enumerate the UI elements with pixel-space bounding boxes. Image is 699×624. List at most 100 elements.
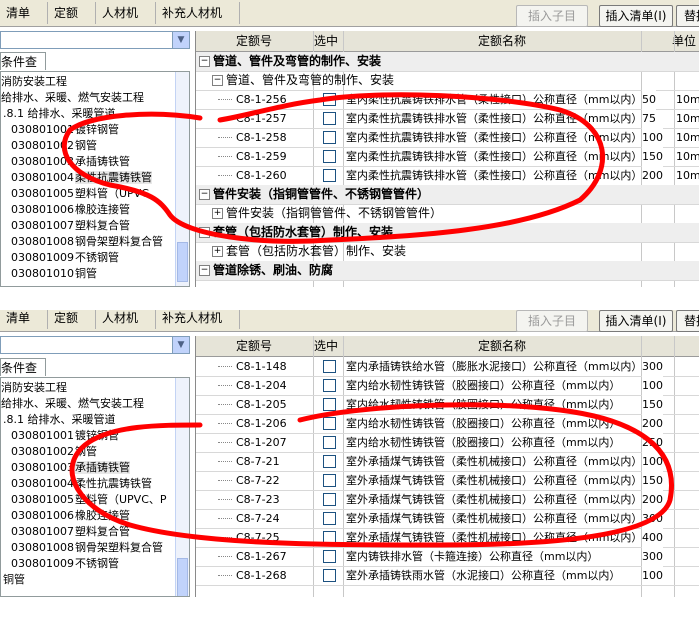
tab-list[interactable]: 清单 (0, 310, 48, 329)
chevron-down-icon[interactable]: ▼ (172, 32, 189, 48)
tree-item[interactable]: 030801004柔性抗震铸铁管 (11, 170, 152, 186)
tree-item[interactable]: 030801006橡胶连接管 (11, 508, 130, 524)
header-quota-code[interactable]: 定额号 (236, 31, 272, 51)
tree-item[interactable]: 给排水、采暖、燃气安装工程 (1, 90, 144, 106)
group-row[interactable]: − 管道、管件及弯管的制作、安装 (196, 71, 699, 91)
insert-list-button[interactable]: 插入清单(I) (599, 5, 673, 27)
header-quota-name[interactable]: 定额名称 (478, 336, 526, 356)
insert-child-button[interactable]: 插入子目 (516, 5, 588, 27)
expand-icon[interactable]: − (212, 75, 223, 86)
collapse-icon[interactable]: − (199, 227, 210, 238)
tree-item[interactable]: .8.1 给排水、采暖管道 (3, 412, 116, 428)
select-checkbox[interactable] (323, 360, 336, 373)
group-row[interactable]: + 套管（包括防水套管）制作、安装 (196, 242, 699, 262)
select-checkbox[interactable] (323, 436, 336, 449)
select-checkbox[interactable] (323, 417, 336, 430)
table-row[interactable]: C8-1-204 室内给水韧性铸铁管（胶圈接口）公称直径（mm以内） 100 (196, 376, 699, 396)
select-checkbox[interactable] (323, 379, 336, 392)
tree-item[interactable]: 030801010铜管 (11, 266, 97, 282)
select-checkbox[interactable] (323, 131, 336, 144)
header-quota-name[interactable]: 定额名称 (478, 31, 526, 51)
select-checkbox[interactable] (323, 512, 336, 525)
tree-item[interactable]: 030801003承插铸铁管 (11, 460, 130, 476)
header-select[interactable]: 选中 (314, 336, 338, 356)
table-row[interactable]: C8-7-22 室外承插煤气铸铁管（柔性机械接口）公称直径（mm以内） 150 (196, 471, 699, 491)
replace-button[interactable]: 替换 (676, 5, 699, 27)
table-row[interactable]: C8-1-206 室内给水韧性铸铁管（胶圈接口）公称直径（mm以内） 200 (196, 414, 699, 434)
select-checkbox[interactable] (323, 474, 336, 487)
select-checkbox[interactable] (323, 569, 336, 582)
tree-item[interactable]: 030801008钢骨架塑料复合管 (11, 540, 163, 556)
table-row[interactable]: C8-1-256 室内柔性抗震铸铁排水管（柔性接口）公称直径（mm以内） 50 10m (196, 90, 699, 110)
category-dropdown[interactable]: ▼ (0, 336, 190, 354)
table-row[interactable]: C8-1-259 室内柔性抗震铸铁排水管（柔性接口）公称直径（mm以内） 150 10… (196, 147, 699, 167)
tab-labor-material-machine[interactable]: 人材机 (96, 2, 156, 24)
tab-quota[interactable]: 定额 (48, 2, 96, 24)
group-row[interactable]: + 管件安装（指铜管管件、不锈钢管管件） (196, 204, 699, 224)
tab-quota[interactable]: 定额 (48, 310, 96, 329)
header-select[interactable]: 选中 (314, 31, 338, 51)
table-row[interactable]: C8-1-207 室内给水韧性铸铁管（胶圈接口）公称直径（mm以内） 250 (196, 433, 699, 453)
select-checkbox[interactable] (323, 169, 336, 182)
group-row[interactable]: − 管件安装（指铜管管件、不锈钢管管件） (196, 185, 699, 205)
tree-scrollbar-thumb[interactable] (177, 558, 188, 596)
table-row[interactable]: C8-1-268 室外承插铸铁雨水管（水泥接口）公称直径（mm以内） 100 (196, 566, 699, 586)
header-unit[interactable]: 单位 (672, 31, 696, 51)
category-dropdown[interactable]: ▼ (0, 31, 190, 49)
table-row[interactable]: C8-1-267 室内铸铁排水管（卡箍连接）公称直径（mm以内） 300 (196, 547, 699, 567)
tree-item[interactable]: 030801006橡胶连接管 (11, 202, 130, 218)
tree-item[interactable]: 030801005塑料管（UPVC、 (11, 186, 160, 202)
tab-condition-query[interactable]: 条件查询 (0, 52, 46, 87)
collapse-icon[interactable]: − (199, 189, 210, 200)
collapse-icon[interactable]: − (199, 265, 210, 276)
select-checkbox[interactable] (323, 93, 336, 106)
group-row[interactable]: − 套管（包括防水套管）制作、安装 (196, 223, 699, 243)
table-row[interactable]: C8-1-257 室内柔性抗震铸铁排水管（柔性接口）公称直径（mm以内） 75 10m (196, 109, 699, 129)
tree-item[interactable]: 030801007塑料复合管 (11, 218, 130, 234)
tab-condition-query[interactable]: 条件查询 (0, 358, 46, 393)
tab-labor-material-machine[interactable]: 人材机 (96, 310, 156, 329)
table-row[interactable]: C8-7-24 室外承插煤气铸铁管（柔性机械接口）公称直径（mm以内） 300 (196, 509, 699, 529)
tab-list[interactable]: 清单 (0, 2, 48, 24)
tree-item[interactable]: 030801005塑料管（UPVC、P (11, 492, 167, 508)
tree-item[interactable]: 030801002钢管 (11, 138, 97, 154)
table-row[interactable]: C8-1-205 室内给水韧性铸铁管（胶圈接口）公称直径（mm以内） 150 (196, 395, 699, 415)
chevron-down-icon[interactable]: ▼ (172, 337, 189, 353)
tree-item[interactable]: 030801009不锈钢管 (11, 556, 119, 572)
tree-item[interactable]: 铜管 (3, 572, 25, 588)
group-row[interactable]: − 管道、管件及弯管的制作、安装 (196, 52, 699, 72)
table-row[interactable]: C8-7-21 室外承插煤气铸铁管（柔性机械接口）公称直径（mm以内） 100 (196, 452, 699, 472)
tree-scrollbar[interactable] (175, 378, 189, 596)
select-checkbox[interactable] (323, 493, 336, 506)
table-row[interactable]: C8-7-25 室外承插煤气铸铁管（柔性机械接口）公称直径（mm以内） 400 (196, 528, 699, 548)
tree-item[interactable]: 给排水、采暖、燃气安装工程 (1, 396, 144, 412)
tree-scrollbar-thumb[interactable] (177, 242, 188, 282)
tree-item[interactable]: 030801004柔性抗震铸铁管 (11, 476, 152, 492)
replace-button[interactable]: 替换 (676, 310, 699, 332)
tree-item[interactable]: .8.1 给排水、采暖管道 (3, 106, 116, 122)
select-checkbox[interactable] (323, 550, 336, 563)
select-checkbox[interactable] (323, 398, 336, 411)
table-row[interactable]: C8-1-258 室内柔性抗震铸铁排水管（柔性接口）公称直径（mm以内） 100 10… (196, 128, 699, 148)
table-row[interactable]: C8-7-23 室外承插煤气铸铁管（柔性机械接口）公称直径（mm以内） 200 (196, 490, 699, 510)
tree-scrollbar[interactable] (175, 72, 189, 286)
select-checkbox[interactable] (323, 112, 336, 125)
table-row[interactable]: C8-1-148 室内承插铸铁给水管（膨胀水泥接口）公称直径（mm以内） 300 (196, 357, 699, 377)
tree-item[interactable]: 消防安装工程 (1, 74, 67, 90)
tab-supplementary-labor-material-machine[interactable]: 补充人材机 (156, 310, 240, 329)
expand-icon[interactable]: + (212, 246, 223, 257)
insert-child-button[interactable]: 插入子目 (516, 310, 588, 332)
tree-item[interactable]: 030801002钢管 (11, 444, 97, 460)
select-checkbox[interactable] (323, 531, 336, 544)
select-checkbox[interactable] (323, 150, 336, 163)
group-row[interactable]: − 管道除锈、刷油、防腐 (196, 261, 699, 281)
tree-item[interactable]: 030801001镀锌钢管 (11, 122, 119, 138)
tree-item[interactable]: 030801008钢骨架塑料复合管 (11, 234, 163, 250)
insert-list-button[interactable]: 插入清单(I) (599, 310, 673, 332)
select-checkbox[interactable] (323, 455, 336, 468)
tree-item[interactable]: 030801007塑料复合管 (11, 524, 130, 540)
tree-item[interactable]: 030801001镀锌钢管 (11, 428, 119, 444)
tab-supplementary-labor-material-machine[interactable]: 补充人材机 (156, 2, 240, 24)
tree-item[interactable]: 消防安装工程 (1, 380, 67, 396)
table-row[interactable]: C8-1-260 室内柔性抗震铸铁排水管（柔性接口）公称直径（mm以内） 200 10… (196, 166, 699, 186)
